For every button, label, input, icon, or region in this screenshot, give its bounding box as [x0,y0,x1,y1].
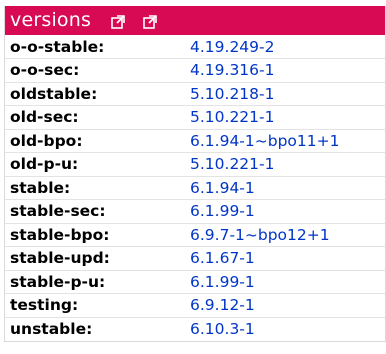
table-row: stable-bpo: 6.9.7-1~bpo12+1 [5,223,385,247]
version-link[interactable]: 5.10.221-1 [190,108,274,126]
version-cell: 5.10.218-1 [190,82,385,106]
table-row: unstable: 6.10.3-1 [5,317,385,341]
version-cell: 6.1.94-1 [190,176,385,200]
table-row: o-o-stable: 4.19.249-2 [5,35,385,59]
version-link[interactable]: 6.9.12-1 [190,296,255,314]
version-cell: 6.9.12-1 [190,294,385,318]
suite-label: stable-bpo: [10,225,110,244]
version-link[interactable]: 6.1.67-1 [190,249,255,267]
version-link[interactable]: 6.1.94-1 [190,179,255,197]
table-row: stable-p-u: 6.1.99-1 [5,270,385,294]
version-cell: 4.19.249-2 [190,35,385,59]
suite-label: old-sec: [10,108,79,127]
version-link[interactable]: 6.10.3-1 [190,320,255,338]
versions-table: o-o-stable: 4.19.249-2 o-o-sec: 4.19.316-1 o… [5,35,385,341]
table-row: oldstable: 5.10.218-1 [5,82,385,106]
table-row: stable-sec: 6.1.99-1 [5,199,385,224]
table-row: old-sec: 5.10.221-1 [5,105,385,130]
version-link[interactable]: 5.10.221-1 [190,155,274,173]
version-cell: 6.10.3-1 [190,317,385,341]
version-cell: 6.1.99-1 [190,270,385,294]
suite-label: stable-upd: [10,249,110,268]
version-cell: 6.1.99-1 [190,200,385,224]
suite-label: oldstable: [10,84,98,103]
external-link-icon[interactable] [111,14,125,29]
versions-header: versions [5,6,385,35]
table-row: stable-upd: 6.1.67-1 [5,246,385,271]
version-cell: 4.19.316-1 [190,59,385,83]
version-cell: 6.9.7-1~bpo12+1 [190,223,385,247]
table-row: stable: 6.1.94-1 [5,176,385,200]
version-cell: 5.10.221-1 [190,106,385,130]
version-link[interactable]: 6.1.99-1 [190,202,255,220]
suite-label: stable: [10,178,71,197]
suite-label: o-o-sec: [10,61,80,80]
version-link[interactable]: 5.10.218-1 [190,85,274,103]
version-link[interactable]: 6.9.7-1~bpo12+1 [190,226,330,244]
suite-label: unstable: [10,320,93,338]
suite-label: stable-sec: [10,202,106,221]
suite-label: old-bpo: [10,131,83,150]
external-link-icon[interactable] [143,14,157,29]
suite-label: testing: [10,296,79,315]
version-cell: 6.1.67-1 [190,247,385,271]
version-link[interactable]: 6.1.94-1~bpo11+1 [190,132,339,150]
suite-label: o-o-stable: [10,37,105,56]
table-row: o-o-sec: 4.19.316-1 [5,58,385,83]
version-link[interactable]: 6.1.99-1 [190,273,255,291]
suite-label: old-p-u: [10,155,79,174]
table-row: old-p-u: 5.10.221-1 [5,152,385,177]
version-link[interactable]: 4.19.316-1 [190,61,274,79]
version-cell: 5.10.221-1 [190,153,385,177]
version-cell: 6.1.94-1~bpo11+1 [190,129,385,153]
panel-title: versions [10,9,92,31]
table-row: old-bpo: 6.1.94-1~bpo11+1 [5,129,385,153]
suite-label: stable-p-u: [10,272,106,291]
versions-panel: versions o-o-stable: 4.19.249-2 o-o-sec: 4.… [4,6,386,342]
version-link[interactable]: 4.19.249-2 [190,38,274,56]
table-row: testing: 6.9.12-1 [5,293,385,318]
